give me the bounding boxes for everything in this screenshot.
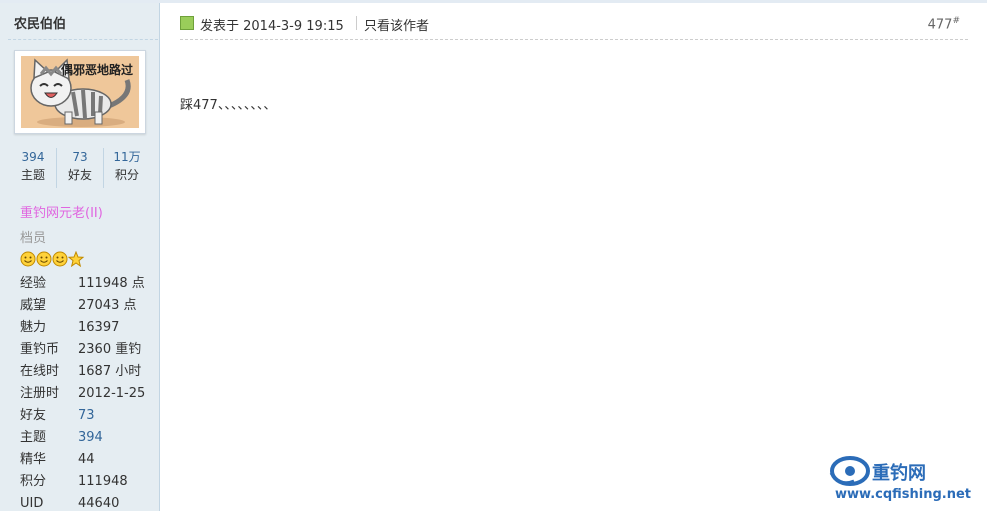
friends-link[interactable]: 73 <box>78 408 95 423</box>
profile-row-digest: 精华 44 <box>20 452 95 467</box>
post-header: 发表于 2014-3-9 19:15 只看该作者 477# <box>180 11 968 40</box>
avatar-caption: 偶邪恶地路过 <box>60 63 133 77</box>
threads-link[interactable]: 394 <box>78 430 103 445</box>
stat-threads[interactable]: 394 主题 <box>10 148 56 188</box>
star-medal-icon <box>67 250 85 268</box>
watermark-brand: 重钓网 <box>872 463 926 484</box>
profile-row-exp: 经验 111948 点 <box>20 276 145 291</box>
avatar[interactable]: 偶邪恶地路过 <box>21 56 139 128</box>
user-group-link[interactable]: 重钓网元老(II) <box>20 202 103 221</box>
only-author-link[interactable]: 只看该作者 <box>364 15 429 34</box>
post-time: 发表于 2014-3-9 19:15 <box>200 19 344 34</box>
stat-friends-label: 好友 <box>67 168 92 182</box>
smiley-medal-icon <box>52 251 68 267</box>
stat-points[interactable]: 11万 积分 <box>103 148 150 188</box>
header-separator <box>356 16 357 30</box>
profile-row-online: 在线时 1687 小时 <box>20 364 142 379</box>
medal-row <box>20 250 86 268</box>
profile-row-prestige: 威望 27043 点 <box>20 298 137 313</box>
watermark-url: www.cqfishing.net <box>835 487 972 502</box>
smiley-medal-icon <box>36 251 52 267</box>
stat-friends-num[interactable]: 73 <box>57 148 103 166</box>
stat-friends[interactable]: 73 好友 <box>56 148 103 188</box>
online-status-icon <box>180 16 194 30</box>
stat-points-label: 积分 <box>114 168 139 182</box>
stat-threads-num[interactable]: 394 <box>10 148 56 166</box>
sidebar-divider <box>8 39 158 40</box>
stat-points-num[interactable]: 11万 <box>104 148 150 166</box>
profile-row-charm: 魅力 16397 <box>20 320 120 335</box>
profile-list: 经验 111948 点 威望 27043 点 魅力 16397 重钓币 2360 重钓 … <box>20 273 145 515</box>
avatar-frame[interactable]: 偶邪恶地路过 <box>14 50 146 134</box>
profile-row-coins: 重钓币 2360 重钓 <box>20 342 142 357</box>
profile-row-threads[interactable]: 主题 394 <box>20 427 145 449</box>
stat-threads-label: 主题 <box>20 168 45 182</box>
profile-row-uid: UID 44640 <box>20 496 120 511</box>
floor-number-link[interactable]: 477# <box>928 16 960 32</box>
post-content: 踩477、、、、、、、、 <box>180 98 277 113</box>
author-name-link[interactable]: 农民伯伯 <box>14 13 66 32</box>
user-rank: 档员 <box>20 231 47 246</box>
medal-icons <box>20 250 85 268</box>
author-sidebar: 农民伯伯 偶邪恶地路过 394 主题 73 好友 11万 积分 重钓网元老(II… <box>0 3 160 511</box>
profile-row-points: 积分 111948 <box>20 474 128 489</box>
smiley-medal-icon <box>20 251 36 267</box>
author-stats: 394 主题 73 好友 11万 积分 <box>10 148 150 188</box>
profile-row-friends[interactable]: 好友 73 <box>20 405 145 427</box>
profile-row-registered: 注册时 2012-1-25 <box>20 386 146 401</box>
